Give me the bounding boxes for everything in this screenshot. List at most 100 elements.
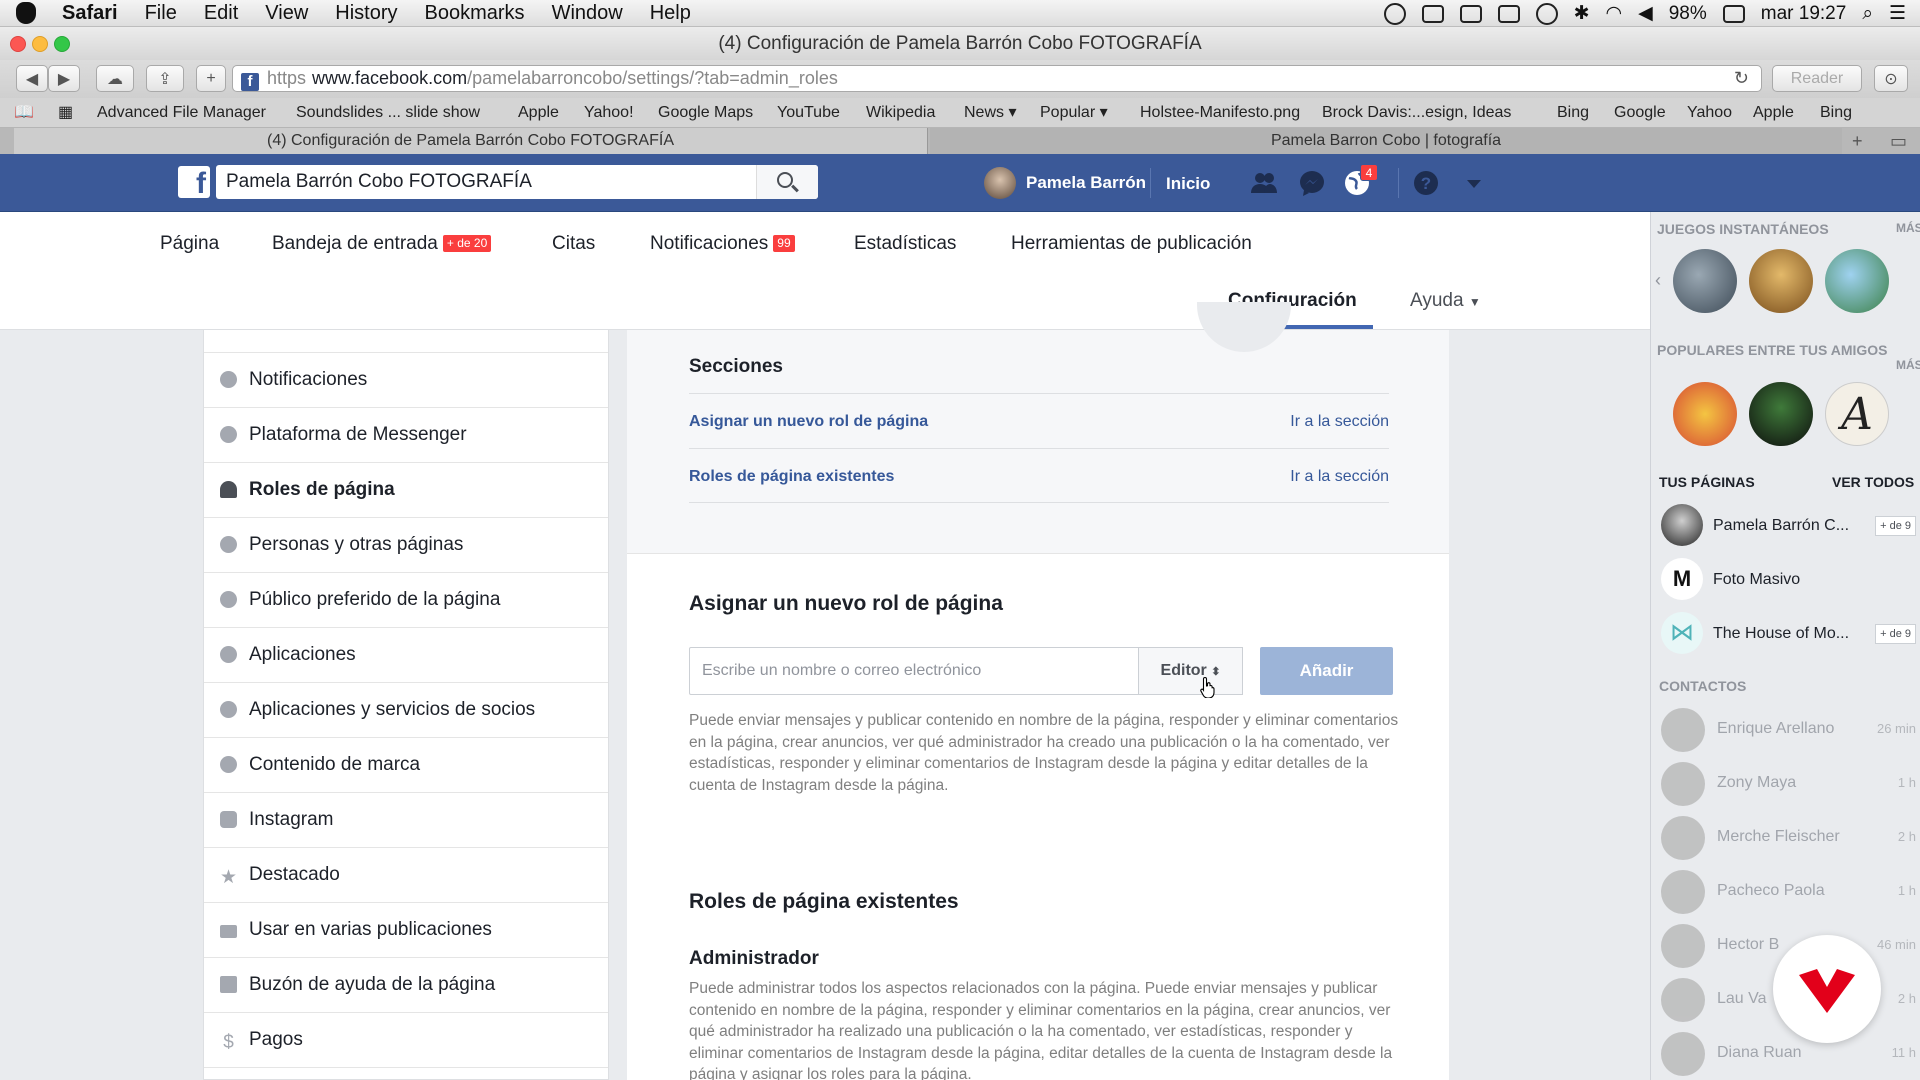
bookmark-item[interactable]: Wikipedia (866, 98, 935, 128)
game-thumbnail[interactable] (1825, 249, 1889, 313)
new-tab-button[interactable]: + (196, 65, 226, 92)
bookmark-item[interactable]: Yahoo! (584, 98, 634, 128)
top-sites-icon[interactable]: ▦ (58, 98, 73, 128)
contact-item[interactable]: Zony Maya 1 h (1661, 760, 1916, 806)
nav-insights[interactable]: Estadísticas (854, 233, 956, 255)
sidebar-item-support-inbox[interactable]: Buzón de ayuda de la página (204, 957, 608, 1012)
add-role-button[interactable]: Añadir (1260, 647, 1393, 695)
help-icon[interactable]: ? (1412, 169, 1440, 197)
bookmark-item[interactable]: Apple (1753, 98, 1794, 128)
nav-appointments[interactable]: Citas (552, 233, 595, 255)
search-input[interactable]: Pamela Barrón Cobo FOTOGRAFÍA (216, 165, 818, 199)
bookmark-item[interactable]: Google Maps (658, 98, 753, 128)
menu-app-name[interactable]: Safari (62, 2, 118, 25)
time-machine-icon[interactable] (1535, 2, 1558, 25)
bookmark-folder[interactable]: Popular ▾ (1040, 98, 1108, 128)
sidebar-item-audience[interactable]: Público preferido de la página (204, 572, 608, 627)
battery-level[interactable]: 98% (1669, 3, 1707, 25)
zoom-window-icon[interactable] (54, 36, 70, 52)
downloads-button[interactable]: ⊙ (1874, 65, 1908, 92)
menu-view[interactable]: View (265, 2, 308, 25)
section-link-assign[interactable]: Asignar un nuevo rol de página (689, 413, 928, 430)
share-button[interactable]: ⇪ (146, 65, 184, 92)
sidebar-item-payments[interactable]: $ Pagos (204, 1012, 608, 1067)
your-page-item[interactable]: ⋈ The House of Mo... + de 9 (1661, 612, 1916, 656)
sidebar-item-partial[interactable] (204, 290, 608, 330)
game-thumbnail[interactable] (1673, 382, 1737, 446)
close-window-icon[interactable] (10, 36, 26, 52)
contact-item[interactable]: Pacheco Paola 1 h (1661, 868, 1916, 914)
your-page-item[interactable]: Pamela Barrón C... + de 9 (1661, 504, 1916, 548)
reload-icon[interactable]: ↻ (1734, 66, 1749, 91)
notification-center-icon[interactable]: ☰ (1889, 2, 1906, 25)
bookmark-item[interactable]: Brock Davis:...esign, Ideas (1322, 98, 1511, 128)
games-more-link[interactable]: MÁS (1896, 221, 1920, 235)
sidebar-item-partial[interactable] (204, 1067, 608, 1080)
sidebar-item-messenger[interactable]: Plataforma de Messenger (204, 407, 608, 462)
nav-notifications[interactable]: Notificaciones 99 (650, 233, 795, 255)
bookmark-folder[interactable]: News ▾ (964, 98, 1017, 128)
help-dropdown[interactable]: Ayuda ▼ (1410, 290, 1481, 312)
bookmark-item[interactable]: Bing (1820, 98, 1852, 128)
sidebar-item-apps[interactable]: Aplicaciones (204, 627, 608, 682)
game-thumbnail[interactable] (1749, 382, 1813, 446)
chevron-left-icon[interactable]: ‹ (1655, 270, 1661, 291)
cloud-icon[interactable] (1459, 4, 1482, 23)
sidebar-item-page-roles[interactable]: Roles de página (204, 462, 608, 517)
sidebar-item-featured[interactable]: ★ Destacado (204, 847, 608, 902)
nav-inbox[interactable]: Bandeja de entrada + de 20 (272, 233, 492, 255)
your-page-item[interactable]: M Foto Masivo (1661, 558, 1916, 602)
bookmark-item[interactable]: Apple (518, 98, 559, 128)
back-button[interactable]: ◀ (16, 65, 48, 92)
bookmark-item[interactable]: Yahoo (1687, 98, 1732, 128)
address-bar[interactable]: f https www.facebook.com/pamelabarroncobo/… (232, 65, 1762, 92)
sidebar-item-instagram[interactable]: Instagram (204, 792, 608, 847)
menu-bookmarks[interactable]: Bookmarks (425, 2, 525, 25)
profile-link[interactable]: Pamela Barrón (984, 166, 1146, 200)
nav-page[interactable]: Página (160, 233, 219, 255)
bluetooth-icon[interactable]: ✱ (1574, 2, 1590, 25)
role-select[interactable]: Editor ⬍ (1139, 647, 1243, 695)
bookmark-item[interactable]: Bing (1557, 98, 1589, 128)
icloud-tabs-button[interactable]: ☁ (96, 65, 134, 92)
menu-help[interactable]: Help (650, 2, 691, 25)
tab-overview-icon[interactable]: ▭ (1890, 128, 1907, 154)
apple-icon[interactable] (16, 2, 36, 24)
game-thumbnail[interactable]: A (1825, 382, 1889, 446)
friend-requests-icon[interactable] (1250, 169, 1278, 197)
sidebar-item-people[interactable]: Personas y otras páginas (204, 517, 608, 572)
sidebar-item-partner-apps[interactable]: Aplicaciones y servicios de socios (204, 682, 608, 737)
search-button[interactable] (756, 165, 818, 199)
tab-settings[interactable]: (4) Configuración de Pamela Barrón Cobo … (14, 128, 928, 154)
bookmark-item[interactable]: Holstee-Manifesto.png (1140, 98, 1300, 128)
game-thumbnail[interactable] (1749, 249, 1813, 313)
go-to-section-link[interactable]: Ir a la sección (1290, 449, 1389, 504)
contact-item[interactable]: Enrique Arellano 26 min (1661, 706, 1916, 752)
sidebar-item-crossposting[interactable]: Usar en varias publicaciones (204, 902, 608, 957)
sidebar-item-branded-content[interactable]: Contenido de marca (204, 737, 608, 792)
volume-icon[interactable]: ◀ (1638, 2, 1653, 25)
dropbox-icon[interactable] (1421, 4, 1444, 23)
messenger-icon[interactable] (1298, 169, 1326, 197)
nav-publishing-tools[interactable]: Herramientas de publicación (1011, 233, 1252, 255)
section-link-existing[interactable]: Roles de página existentes (689, 468, 894, 485)
record-icon[interactable] (1383, 2, 1406, 25)
menu-history[interactable]: History (335, 2, 397, 25)
tab-page[interactable]: Pamela Barron Cobo | fotografía (930, 128, 1842, 154)
sidebar-item-notifications[interactable]: Notificaciones (204, 352, 608, 407)
bookmark-item[interactable]: Google (1614, 98, 1666, 128)
wifi-icon[interactable]: ◠ (1606, 2, 1623, 25)
popular-more-link[interactable]: MÁS (1896, 358, 1920, 372)
account-menu-icon[interactable] (1460, 169, 1488, 197)
go-to-section-link[interactable]: Ir a la sección (1290, 394, 1389, 449)
bookmark-item[interactable]: Soundslides ... slide show (296, 98, 480, 128)
game-thumbnail[interactable] (1673, 249, 1737, 313)
forward-button[interactable]: ▶ (48, 65, 80, 92)
see-all-link[interactable]: VER TODOS (1832, 474, 1914, 490)
airplay-icon[interactable] (1497, 4, 1520, 23)
reader-button[interactable]: Reader (1772, 65, 1862, 92)
minimize-window-icon[interactable] (32, 36, 48, 52)
spotlight-icon[interactable]: ⌕ (1862, 3, 1873, 25)
facebook-logo-icon[interactable]: f (178, 166, 210, 200)
menu-edit[interactable]: Edit (204, 2, 238, 25)
